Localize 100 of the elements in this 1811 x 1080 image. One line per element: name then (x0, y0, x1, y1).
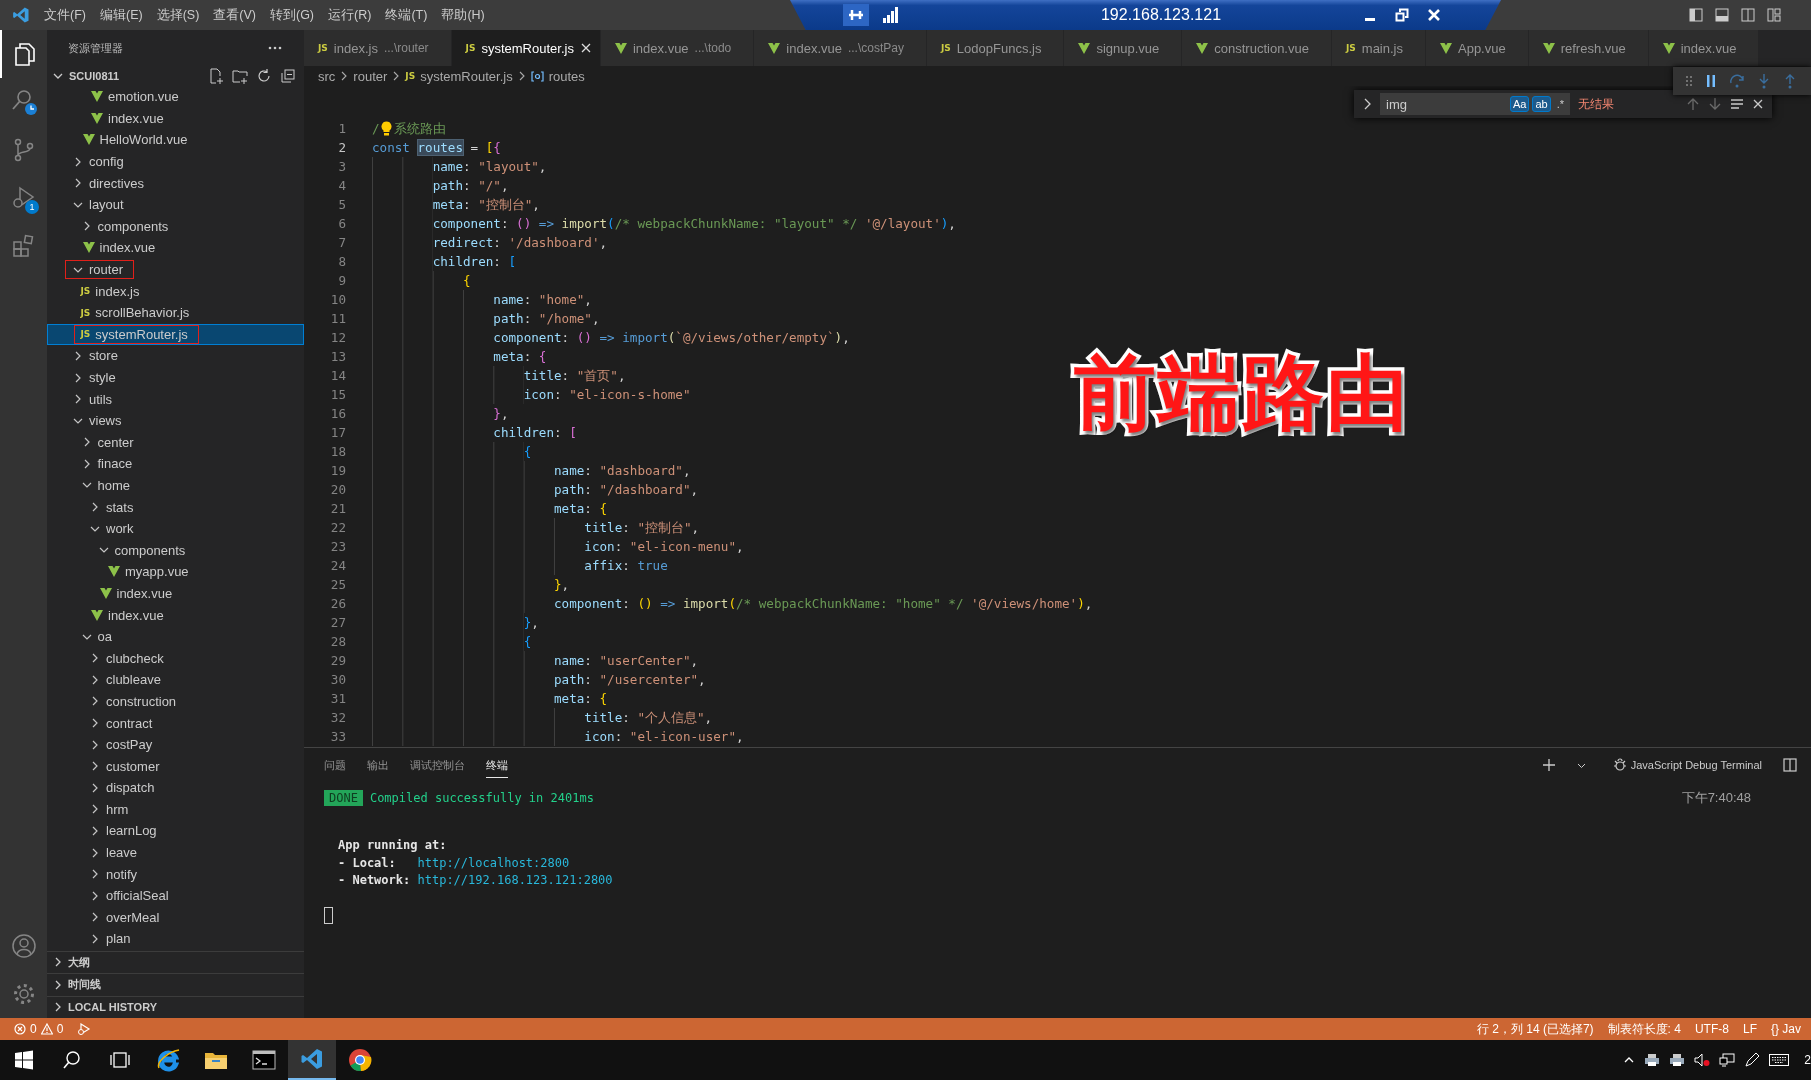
editor-tab[interactable]: JS index.js ...\router (304, 30, 452, 66)
drag-handle-icon[interactable] (1685, 75, 1693, 87)
editor-tab[interactable]: refresh.vue (1528, 30, 1649, 66)
tree-item[interactable]: index.vue (47, 582, 304, 605)
editor-tab[interactable]: JS LodopFuncs.js (927, 30, 1065, 66)
breadcrumb-item[interactable]: JS systemRouter.js (405, 68, 513, 84)
split-terminal-icon[interactable] (1783, 758, 1797, 772)
editor-tab[interactable]: construction.vue (1182, 30, 1332, 66)
terminal-link[interactable]: http://192.168.123.121:2800 (417, 873, 613, 887)
keyboard-icon[interactable] (1769, 1054, 1790, 1066)
close-icon[interactable] (579, 42, 592, 54)
tree-item[interactable]: HelloWorld.vue (47, 129, 304, 151)
tree-item[interactable]: notify (47, 863, 304, 885)
status-item[interactable]: {} Jav (1770, 1022, 1801, 1036)
tree-item[interactable]: overMeal (47, 906, 304, 929)
editor-tab[interactable]: JS main.js (1331, 30, 1426, 66)
volume-muted-icon[interactable] (1694, 1053, 1711, 1067)
status-item[interactable]: UTF-8 (1694, 1022, 1729, 1036)
vscode-icon[interactable] (300, 1047, 324, 1071)
collapse-all-icon[interactable] (280, 68, 296, 84)
menu-item[interactable]: 运行(R) (328, 6, 372, 24)
panel-tab[interactable]: 调试控制台 (410, 752, 465, 778)
printer-icon[interactable] (1669, 1053, 1686, 1067)
problems-status[interactable]: 0 0 (14, 1022, 64, 1036)
chevron-icon[interactable] (1362, 98, 1372, 110)
section-header[interactable]: 时间线 (47, 973, 304, 996)
terminal-app-icon[interactable] (252, 1050, 276, 1070)
find-option-toggle[interactable]: Aa (1509, 96, 1530, 112)
menu-item[interactable]: 选择(S) (156, 6, 200, 24)
split-layout-icon[interactable] (1741, 8, 1755, 22)
tree-item[interactable]: oa (47, 625, 304, 648)
editor-tab[interactable]: index.vue ...\costPay (754, 30, 927, 66)
pin-icon[interactable] (843, 4, 869, 26)
tree-item[interactable]: index.vue (47, 604, 304, 626)
tree-item[interactable]: contract (47, 712, 304, 734)
new-file-icon[interactable] (208, 68, 224, 84)
tree-item[interactable]: stats (47, 496, 304, 518)
find-option-toggle[interactable]: ab (1532, 96, 1551, 112)
editor-tab[interactable]: JS systemRouter.js (451, 30, 601, 66)
network-icon[interactable] (1719, 1053, 1736, 1067)
tree-item[interactable]: style (47, 366, 304, 389)
pause-icon[interactable] (1705, 74, 1717, 88)
tree-item[interactable]: clubleave (47, 669, 304, 691)
menu-item[interactable]: 帮助(H) (441, 6, 485, 24)
tree-item[interactable]: store (47, 345, 304, 367)
tree-item[interactable]: plan (47, 928, 304, 950)
editor-tab[interactable]: index.vue (1648, 30, 1760, 66)
tree-item[interactable]: hrm (47, 798, 304, 821)
start-icon[interactable] (14, 1050, 34, 1070)
menu-item[interactable]: 文件(F) (44, 6, 86, 24)
panel-tab[interactable]: 终端 (486, 752, 508, 778)
sidebar-toggle-icon[interactable] (1689, 8, 1703, 22)
tree-item[interactable]: index.vue (47, 107, 304, 130)
clock[interactable]: 2 (1804, 1053, 1811, 1067)
tree-item[interactable]: emotion.vue (47, 86, 304, 108)
find-option-toggle[interactable]: .* (1553, 96, 1567, 112)
activity-bar-item[interactable]: 1 (0, 174, 47, 222)
tree-item[interactable]: config (47, 150, 304, 173)
terminal-link[interactable]: http://localhost:2800 (417, 855, 570, 870)
next-match-icon[interactable] (1708, 97, 1722, 111)
tree-item[interactable]: finace (47, 453, 304, 475)
browser-icon[interactable] (156, 1048, 180, 1072)
grid-layout-icon[interactable] (1767, 8, 1781, 22)
breadcrumb-item[interactable]: routes (530, 68, 585, 84)
tree-item[interactable]: index.vue (47, 237, 304, 259)
lightbulb-icon[interactable] (380, 121, 392, 136)
tree-item[interactable]: utils (47, 388, 304, 410)
tree-item[interactable]: myapp.vue (47, 561, 304, 583)
close-icon[interactable] (1752, 98, 1764, 110)
editor-tab[interactable]: App.vue (1426, 30, 1529, 66)
previous-match-icon[interactable] (1686, 97, 1700, 111)
tree-item[interactable]: learnLog (47, 820, 304, 842)
tree-item[interactable]: work (47, 517, 304, 540)
tree-item[interactable]: home (47, 474, 304, 497)
tree-item[interactable]: directives (47, 172, 304, 194)
folder-icon[interactable] (204, 1050, 228, 1070)
printer-icon[interactable] (1644, 1053, 1661, 1067)
more-actions-icon[interactable] (268, 46, 282, 50)
workspace-folder[interactable]: SCUI0811 (69, 70, 120, 82)
tree-item[interactable]: views (47, 409, 304, 432)
panel-toggle-icon[interactable] (1715, 8, 1729, 22)
tree-item[interactable]: router (47, 258, 304, 281)
breadcrumb-item[interactable]: router (353, 68, 388, 84)
tree-item[interactable]: dispatch (47, 777, 304, 799)
tree-item[interactable]: layout (47, 193, 304, 216)
tree-item[interactable]: costPay (47, 733, 304, 756)
panel-tab[interactable]: 问题 (324, 752, 346, 778)
chevron-icon[interactable] (53, 71, 63, 81)
find-field[interactable]: img Aa ab .* (1380, 93, 1570, 115)
status-item[interactable]: LF (1742, 1022, 1757, 1036)
refresh-icon[interactable] (256, 68, 272, 84)
tree-item[interactable]: JS systemRouter.js (47, 323, 304, 346)
panel-tab[interactable]: 输出 (367, 752, 389, 778)
chrome-icon[interactable] (348, 1048, 372, 1072)
tree-item[interactable]: center (47, 431, 304, 454)
tree-item[interactable]: JS index.js (47, 280, 304, 302)
tree-item[interactable]: leave (47, 841, 304, 864)
tree-item[interactable]: JS scrollBehavior.js (47, 301, 304, 324)
tree-item[interactable]: construction (47, 690, 304, 713)
breadcrumb-item[interactable]: src (318, 68, 336, 84)
